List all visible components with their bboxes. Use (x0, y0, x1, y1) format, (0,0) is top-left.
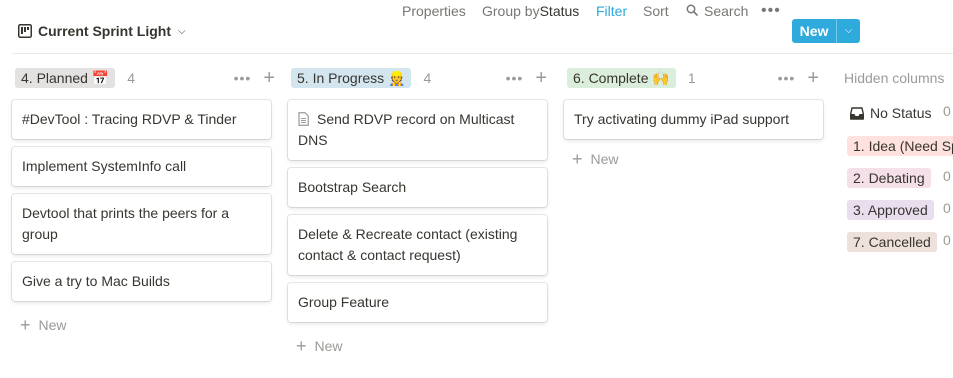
column-count: 1 (687, 70, 696, 86)
column-count: 4 (127, 70, 136, 86)
column-add-icon[interactable]: + (535, 68, 547, 88)
column-more-icon[interactable]: ••• (778, 70, 796, 86)
hidden-column-debating[interactable]: 2. Debating 0 (844, 167, 951, 189)
properties-button[interactable]: Properties (402, 0, 466, 22)
board-card[interactable]: Give a try to Mac Builds (12, 262, 271, 301)
board-column-complete: 6. Complete 🙌 1 ••• + Try activating dum… (564, 66, 827, 171)
card-list: #DevTool : Tracing RDVP & Tinder Impleme… (12, 100, 271, 301)
filter-button[interactable]: Filter (596, 0, 627, 22)
hidden-column-no-status[interactable]: No Status 0 (844, 102, 951, 124)
plus-icon: + (572, 149, 583, 169)
column-actions: ••• + (506, 66, 547, 90)
board-view-icon (18, 24, 32, 38)
toolbar-divider (12, 53, 953, 54)
hidden-column-label: No Status (870, 105, 932, 121)
column-header: 5. In Progress 👷 4 ••• + (288, 66, 551, 90)
hidden-column-approved[interactable]: 3. Approved 0 (844, 199, 951, 221)
top-bar: Current Sprint Light ⌵ Properties Group … (0, 0, 953, 54)
column-name-pill[interactable]: 5. In Progress 👷 (291, 68, 412, 88)
column-new-button[interactable]: + New (288, 334, 551, 358)
column-count: 4 (423, 70, 432, 86)
new-label: New (38, 317, 67, 333)
group-by-button[interactable]: Group by Status (482, 0, 579, 22)
sort-button[interactable]: Sort (643, 0, 669, 22)
hidden-column-count: 0 (943, 200, 951, 216)
board-card[interactable]: Bootstrap Search (288, 168, 547, 207)
hidden-column-count: 0 (943, 232, 951, 248)
card-list: Send RDVP record on Multicast DNS Bootst… (288, 100, 547, 322)
board-card[interactable]: Try activating dummy iPad support (564, 100, 823, 139)
column-new-button[interactable]: + New (564, 147, 827, 171)
hidden-column-label: 2. Debating (847, 168, 931, 188)
column-more-icon[interactable]: ••• (234, 70, 252, 86)
view-title: Current Sprint Light (38, 23, 171, 39)
page-icon (298, 112, 309, 126)
column-add-icon[interactable]: + (263, 68, 275, 88)
new-page-button-group: New ⌵ (792, 19, 860, 43)
column-add-icon[interactable]: + (807, 68, 819, 88)
board-card[interactable]: Devtool that prints the peers for a grou… (12, 194, 271, 254)
hidden-column-count: 0 (943, 168, 951, 184)
new-label: New (314, 338, 343, 354)
view-switcher[interactable]: Current Sprint Light ⌵ (18, 20, 186, 42)
group-by-value: Status (539, 3, 580, 19)
column-name-pill[interactable]: 6. Complete 🙌 (567, 68, 676, 88)
column-new-button[interactable]: + New (12, 313, 275, 337)
search-icon (686, 4, 698, 16)
card-title: Send RDVP record on Multicast DNS (298, 111, 515, 148)
column-header: 6. Complete 🙌 1 ••• + (564, 66, 827, 90)
new-page-button[interactable]: New (792, 19, 836, 43)
hidden-column-count: 0 (943, 103, 951, 119)
hidden-columns-panel: Hidden columns No Status 0 1. Idea (Need… (844, 66, 953, 252)
search-label: Search (704, 3, 749, 19)
board-card[interactable]: Group Feature (288, 283, 547, 322)
inbox-icon (850, 106, 864, 120)
plus-icon: + (20, 315, 31, 335)
column-more-icon[interactable]: ••• (506, 70, 524, 86)
card-list: Try activating dummy iPad support (564, 100, 823, 139)
board-card[interactable]: Send RDVP record on Multicast DNS (288, 100, 547, 160)
column-actions: ••• + (234, 66, 275, 90)
board-card[interactable]: #DevTool : Tracing RDVP & Tinder (12, 100, 271, 139)
board-card[interactable]: Implement SystemInfo call (12, 147, 271, 186)
hidden-column-label: 3. Approved (847, 200, 934, 220)
more-options-icon[interactable]: ••• (761, 0, 781, 22)
column-name-pill[interactable]: 4. Planned 📅 (15, 68, 116, 88)
hidden-columns-title: Hidden columns (844, 70, 945, 86)
board-column-in-progress: 5. In Progress 👷 4 ••• + Send RDVP recor… (288, 66, 551, 358)
hidden-column-idea[interactable]: 1. Idea (Need Sp (844, 135, 953, 157)
column-actions: ••• + (778, 66, 819, 90)
column-header: 4. Planned 📅 4 ••• + (12, 66, 275, 90)
new-label: New (590, 151, 619, 167)
chevron-down-icon: ⌵ (178, 25, 186, 37)
board-column-planned: 4. Planned 📅 4 ••• + #DevTool : Tracing … (12, 66, 275, 337)
hidden-column-label: 7. Cancelled (847, 232, 937, 252)
group-by-label: Group by (482, 3, 540, 19)
hidden-column-cancelled[interactable]: 7. Cancelled 0 (844, 231, 951, 253)
hidden-column-label: 1. Idea (Need Sp (847, 136, 953, 156)
board-card[interactable]: Delete & Recreate contact (existing cont… (288, 215, 547, 275)
new-template-chevron-icon[interactable]: ⌵ (837, 19, 860, 43)
plus-icon: + (296, 336, 307, 356)
search-button[interactable]: Search (686, 0, 748, 22)
